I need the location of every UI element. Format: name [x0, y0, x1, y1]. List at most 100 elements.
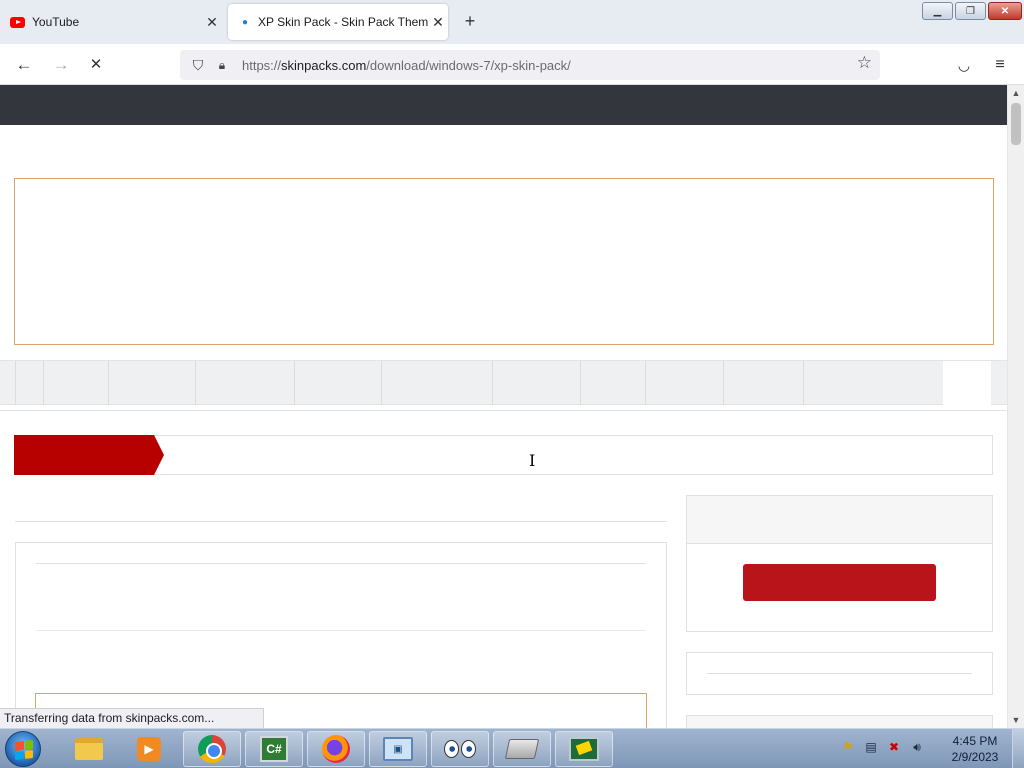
taskbar-firefox[interactable] [307, 731, 365, 767]
volume-icon[interactable]: 🔊︎ [909, 739, 925, 755]
restore-icon: ❐ [966, 5, 975, 17]
site-header [0, 85, 1007, 125]
clock-time: 4:45 PM [952, 734, 998, 748]
pocket-button[interactable]: ◡ [951, 52, 977, 78]
taskbar-explorer[interactable] [60, 731, 118, 767]
menu-item[interactable] [493, 361, 581, 405]
menu-item[interactable] [382, 361, 493, 405]
back-arrow-icon: ← [15, 55, 33, 74]
menu-search-slot[interactable] [943, 361, 991, 405]
remote-desktop-icon [569, 737, 599, 761]
download-button[interactable] [743, 564, 936, 601]
page-scrollbar[interactable]: ▲ ▼ [1007, 85, 1024, 728]
divider [15, 521, 667, 522]
widget-header [687, 496, 992, 544]
tab-strip: YouTube ✕ ● XP Skin Pack - Skin Pack The… [0, 0, 1024, 44]
forward-arrow-icon: → [52, 55, 70, 74]
scroll-thumb[interactable] [1011, 103, 1021, 145]
divider [36, 630, 646, 631]
window-controls: ▁ ❐ ✕ [922, 2, 1022, 20]
windows-explorer-icon [75, 738, 103, 760]
close-icon: ✕ [1000, 5, 1010, 17]
taskbar-media-player[interactable]: ▶ [120, 731, 178, 767]
url-path: /download/windows-7/xp-skin-pack/ [366, 57, 571, 73]
youtube-icon [10, 16, 25, 28]
start-button[interactable] [5, 731, 41, 767]
network-disconnected-icon[interactable]: ✖ [886, 739, 902, 755]
sidebar-widget [686, 652, 993, 695]
clock-date: 2/9/2023 [951, 750, 999, 764]
minimize-button[interactable]: ▁ [922, 2, 953, 20]
close-window-button[interactable]: ✕ [988, 2, 1022, 20]
scroll-down-arrow-icon[interactable]: ▼ [1008, 712, 1024, 728]
tab-youtube[interactable]: YouTube ✕ [0, 4, 222, 40]
menu-item[interactable] [44, 361, 109, 405]
app-menu-button[interactable]: ≡ [987, 52, 1013, 78]
system-tray: ⚑ ▤ ✖ 🔊︎ [840, 739, 925, 755]
network-icon[interactable]: ▤ [863, 739, 879, 755]
action-center-flag-icon[interactable]: ⚑ [840, 739, 856, 755]
plus-icon: + [464, 11, 476, 31]
url-scheme: https:// [242, 57, 282, 73]
menu-item[interactable] [16, 361, 44, 405]
tab-close-icon[interactable]: ✕ [428, 14, 448, 31]
address-bar[interactable]: ⛉ 🔒︎ https://skinpacks.com/download/wind… [180, 50, 880, 80]
bookmark-star-icon[interactable]: ☆ [857, 53, 872, 73]
tab-xp-skin-pack[interactable]: ● XP Skin Pack - Skin Pack Theme ✕ [228, 4, 448, 40]
taskbar: ▶ C# ▣ ⚑ ▤ ✖ 🔊︎ 4:45 PM 2/9/2023 [0, 728, 1024, 768]
csharp-icon: C# [260, 736, 288, 762]
restore-button[interactable]: ❐ [955, 2, 986, 20]
menu-item[interactable] [581, 361, 646, 405]
status-bar: Transferring data from skinpacks.com... [0, 708, 264, 728]
menu-item[interactable] [109, 361, 196, 405]
taskbar-control-panel[interactable]: ▣ [369, 731, 427, 767]
menu-item[interactable] [295, 361, 382, 405]
chrome-icon [198, 735, 226, 763]
hamburger-menu-icon: ≡ [995, 56, 1005, 73]
taskbar-eyes[interactable] [431, 731, 489, 767]
taskbar-drive[interactable] [493, 731, 551, 767]
stop-loading-button[interactable]: ✕ [83, 52, 109, 78]
ad-placeholder [14, 178, 994, 345]
control-panel-icon: ▣ [383, 737, 413, 761]
firefox-icon [322, 735, 350, 763]
url-text[interactable]: https://skinpacks.com/download/windows-7… [242, 58, 571, 73]
menu-item[interactable] [804, 361, 944, 405]
taskbar-chrome[interactable] [183, 731, 241, 767]
forward-button[interactable]: → [48, 52, 74, 78]
tab-title: YouTube [32, 15, 80, 29]
breadcrumb-label-ribbon [14, 435, 164, 475]
sidebar-download-widget [686, 495, 993, 632]
eyes-icon [444, 740, 476, 758]
skinpack-icon: ● [241, 16, 249, 28]
tracking-protection-icon[interactable]: ⛉ [188, 57, 208, 74]
page-viewport: I [0, 85, 1007, 728]
menu-item[interactable] [724, 361, 804, 405]
taskbar-csharp[interactable]: C# [245, 731, 303, 767]
pocket-icon: ◡ [957, 57, 971, 73]
site-menu-bar [0, 360, 1007, 405]
system-clock[interactable]: 4:45 PM 2/9/2023 [945, 733, 1005, 765]
url-host: skinpacks.com [281, 57, 367, 73]
divider [0, 410, 1007, 411]
show-desktop-button[interactable] [1012, 729, 1024, 768]
menu-item[interactable] [196, 361, 295, 405]
minimize-icon: ▁ [933, 5, 942, 17]
text-cursor-icon: I [529, 451, 536, 470]
scroll-up-arrow-icon[interactable]: ▲ [1008, 85, 1024, 101]
sidebar-widget [686, 715, 993, 728]
tab-title: XP Skin Pack - Skin Pack Theme [258, 15, 428, 29]
menu-item[interactable] [0, 361, 16, 405]
taskbar-remote-desktop[interactable] [555, 731, 613, 767]
new-tab-button[interactable]: + [458, 10, 482, 34]
tab-close-icon[interactable]: ✕ [202, 14, 222, 31]
divider [36, 563, 646, 564]
divider [707, 673, 972, 674]
stop-icon: ✕ [89, 56, 103, 73]
back-button[interactable]: ← [11, 52, 37, 78]
menu-item[interactable] [646, 361, 724, 405]
windows-logo-icon [15, 740, 33, 760]
media-player-icon: ▶ [137, 737, 161, 761]
lock-icon[interactable]: 🔒︎ [212, 58, 232, 73]
drive-icon [504, 739, 540, 759]
